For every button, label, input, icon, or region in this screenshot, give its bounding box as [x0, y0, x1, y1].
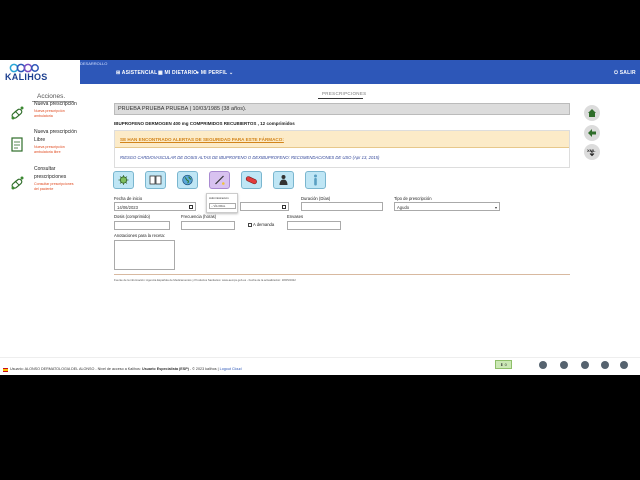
safety-alert-box: SE HAN ENCONTRADO ALERTAS DE SEGURIDAD P… [114, 130, 570, 168]
annotations-textarea[interactable] [114, 240, 175, 270]
calendar-icon[interactable] [189, 205, 193, 209]
frequency-label: Frecuencia (horas) [181, 214, 217, 219]
logout-cloud-link[interactable]: Logout Cloud [220, 367, 242, 371]
prescription-type-value: Agudo [397, 204, 410, 210]
person-button[interactable] [273, 171, 294, 189]
document-prescription-icon[interactable] [9, 136, 26, 153]
person-icon [279, 175, 288, 185]
spain-flag-icon[interactable] [3, 368, 8, 372]
patient-info-bar: PRUEBA PRUEBA PRUEBA | 10/03/1985 (38 añ… [114, 103, 570, 115]
sidebar-item-title-line: Libre [34, 137, 46, 143]
arrow-left-icon [588, 129, 596, 137]
pen-icon [215, 175, 225, 185]
on-demand-checkbox[interactable] [248, 223, 252, 227]
info-icon[interactable] [601, 361, 609, 369]
dose-input[interactable] [114, 221, 170, 230]
start-date-value: 14/06/2023 [117, 204, 138, 210]
logo[interactable]: KALIHOS [0, 60, 80, 86]
access-label: - Nivel de acceso a Kalihos: [95, 367, 141, 371]
nav-perfil[interactable]: ● MI PERFIL [196, 70, 227, 76]
sidebar-sub-line: ambulatoria libre [34, 150, 61, 154]
packages-input[interactable] [287, 221, 341, 230]
logo-text: KALIHOS [5, 72, 48, 82]
start-date-input[interactable]: 14/06/2023 [114, 202, 196, 211]
annotations-label: Anotaciones para la receta: [114, 233, 165, 238]
frequency-input[interactable] [181, 221, 235, 230]
home-button[interactable] [584, 105, 600, 121]
chevron-down-icon: ▾ [494, 205, 497, 210]
alert-detail: RIESGO CARDIOVASCULAR DE DOSIS ALTAS DE … [120, 155, 380, 160]
virus-button[interactable] [113, 171, 134, 189]
prescription-type-label: Tipo de prescripción [394, 196, 432, 201]
packages-label: Envases [287, 214, 304, 219]
xml-label: XML [587, 148, 596, 153]
sidebar-title: Acciones. [37, 93, 66, 100]
globe-button[interactable] [177, 171, 198, 189]
download-badge[interactable]: ⬇ 0 [495, 360, 512, 369]
download-count: 0 [504, 362, 507, 367]
source-note: Fuente de la información: Agencia Españo… [114, 278, 296, 282]
pen-button[interactable] [209, 171, 230, 189]
nav-asistencial-label: ASISTENCIAL [121, 70, 158, 76]
tab-prescripciones[interactable]: PRESCRIPCIONES [322, 91, 366, 96]
drug-title: IBUPROFENO DERMOGEN 400 mg COMPRIMIDOS R… [114, 121, 295, 126]
help-icon[interactable] [539, 361, 547, 369]
virus-icon [118, 175, 129, 185]
user-label: Usuario: [10, 367, 24, 371]
book-icon [149, 175, 162, 185]
nav-dietario-label: MI DIETARIO [164, 70, 198, 76]
footer-separator: | [217, 367, 219, 371]
duration-label: Duración (Días) [301, 196, 331, 201]
app-window: DESARROLLO ⊞ ASISTENCIAL ▦ MI DIETARIO ●… [0, 60, 640, 375]
book-button[interactable] [145, 171, 166, 189]
sidebar-item-prescripcion-libre[interactable]: Nueva prescripción [34, 129, 77, 136]
prescription-type-select[interactable]: Agudo ▾ [394, 202, 500, 211]
copyright: - © 2023 kalihos [189, 367, 217, 371]
monitor-icon[interactable] [620, 361, 628, 369]
duration-input[interactable] [301, 202, 383, 211]
pills-search-icon[interactable] [9, 174, 26, 191]
route-select[interactable]: -- VÍA ORAL [209, 203, 236, 209]
sidebar-item-title-line: prescripciones [34, 174, 67, 180]
capsule-icon [245, 176, 257, 185]
form-divider [114, 274, 570, 275]
logout-label: SALIR [619, 70, 636, 76]
logout-button[interactable]: ⏻ SALIR [614, 70, 636, 76]
access-value: Usuario Especialista (ESP) [141, 367, 189, 371]
human-body-icon [314, 174, 317, 186]
start-date-label: Fecha de inicio [114, 196, 143, 201]
chat-icon[interactable] [560, 361, 568, 369]
tab-underline [318, 98, 363, 99]
sidebar-item-nueva-prescripcion[interactable]: Nueva prescripción [34, 101, 77, 108]
globe-icon [182, 174, 193, 186]
chevron-down-icon[interactable]: ⌄ [229, 70, 233, 76]
calendar-icon[interactable] [282, 205, 286, 209]
user-name: ALONSO DERMATOLOGIA DEL ALONSO [24, 367, 95, 371]
route-popup: Administración -- VÍA ORAL [206, 193, 238, 213]
body-button[interactable] [305, 171, 326, 189]
back-button[interactable] [584, 125, 600, 141]
sidebar-sub-line: ambulatoria [34, 114, 53, 118]
alert-header: SE HAN ENCONTRADO ALERTAS DE SEGURIDAD P… [115, 131, 569, 148]
top-navbar: DESARROLLO ⊞ ASISTENCIAL ▦ MI DIETARIO ●… [0, 60, 640, 84]
capsule-button[interactable] [241, 171, 262, 189]
sidebar-sub-line: del paciente [34, 187, 54, 191]
on-demand-label: A demanda [253, 222, 275, 227]
nav-dietario[interactable]: ▦ MI DIETARIO [158, 70, 197, 76]
footer-divider [0, 357, 640, 358]
nav-asistencial[interactable]: ⊞ ASISTENCIAL [116, 70, 157, 76]
pills-prescription-icon[interactable] [9, 104, 26, 121]
alert-title-link[interactable]: SE HAN ENCONTRADO ALERTAS DE SEGURIDAD P… [120, 137, 284, 142]
sidebar-item-consultar[interactable]: Consultar [34, 166, 55, 173]
footer-status: Usuario: ALONSO DERMATOLOGIA DEL ALONSO … [10, 367, 242, 371]
nav-perfil-label: MI PERFIL [200, 70, 228, 76]
settings-icon[interactable] [581, 361, 589, 369]
end-date-input[interactable] [240, 202, 289, 211]
home-icon [588, 109, 596, 117]
route-label: Administración [209, 196, 229, 200]
environment-label: DESARROLLO [80, 61, 108, 66]
dose-label: Dosis (comprimido) [114, 214, 151, 219]
